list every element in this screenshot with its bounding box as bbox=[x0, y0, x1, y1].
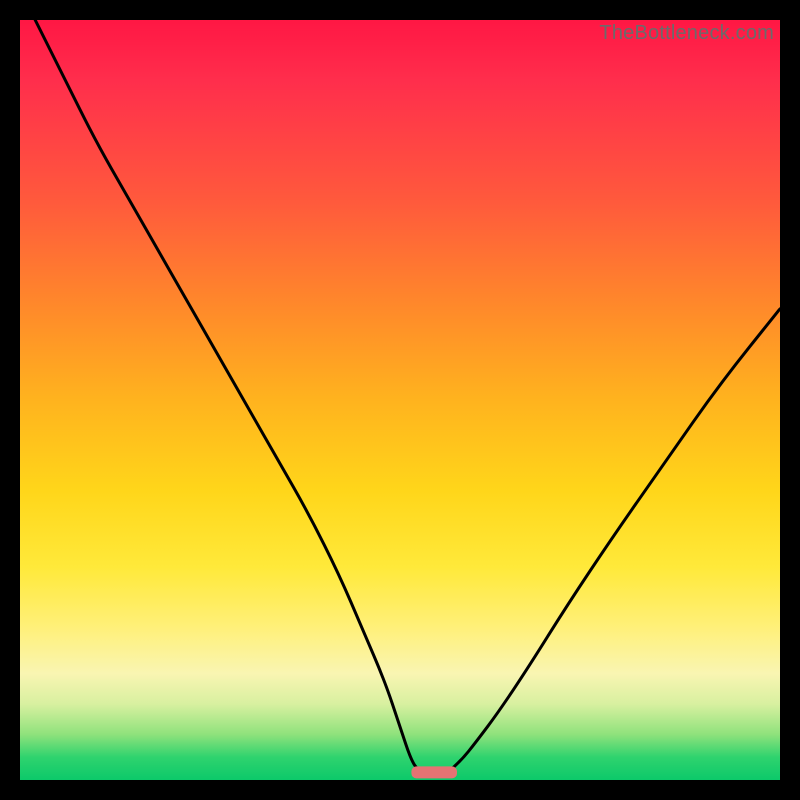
chart-frame: TheBottleneck.com bbox=[20, 20, 780, 780]
plot-gradient-background bbox=[20, 20, 780, 780]
watermark-text: TheBottleneck.com bbox=[599, 22, 774, 45]
